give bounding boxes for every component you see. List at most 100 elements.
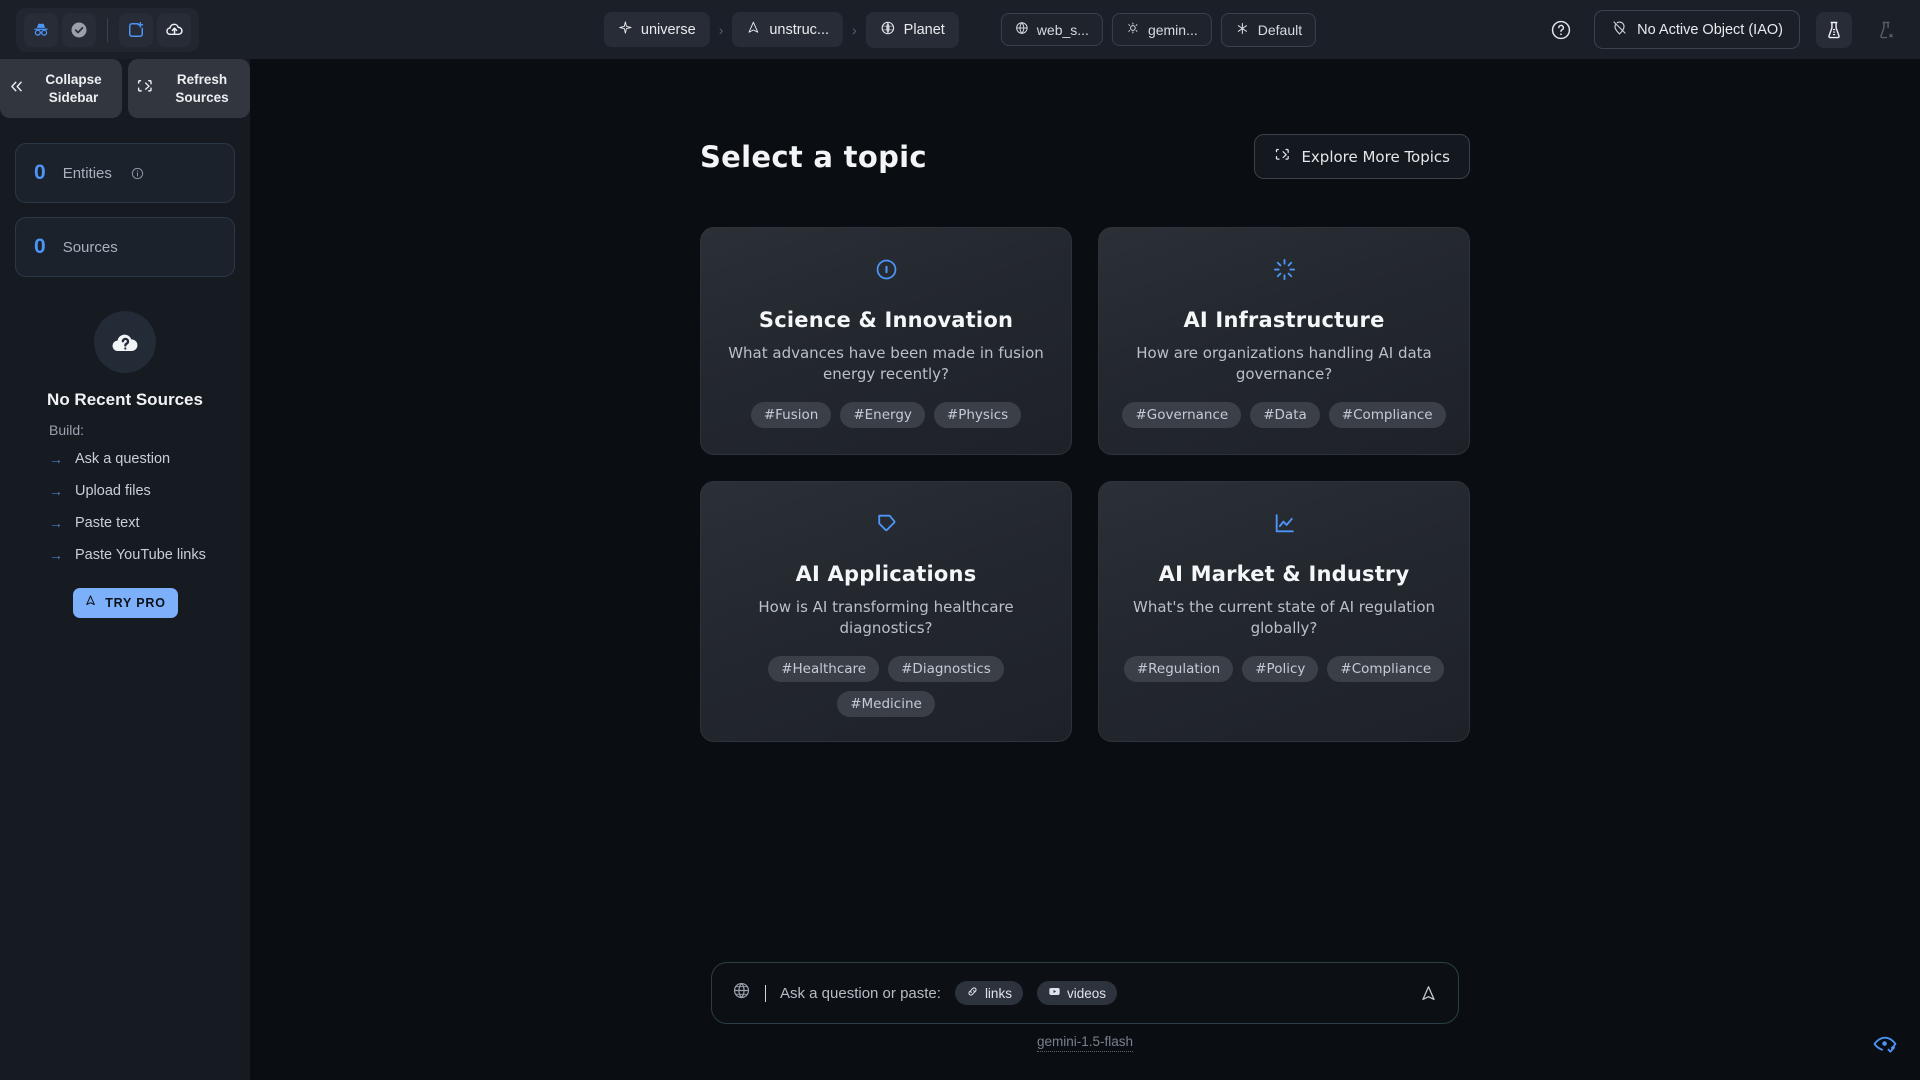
topic-tag[interactable]: #Medicine (837, 691, 935, 717)
model-label[interactable]: gemini-1.5-flash (1037, 1034, 1133, 1052)
chip-web-search[interactable]: web_s... (1001, 13, 1103, 46)
build-item-paste-text[interactable]: → Paste text (49, 515, 250, 531)
arrow-right-icon: → (49, 452, 63, 466)
globe-icon (1015, 21, 1029, 38)
sparkle-icon (618, 20, 633, 39)
topic-card-ai-applications[interactable]: AI Applications How is AI transforming h… (700, 481, 1072, 742)
spark-burst-icon (1272, 254, 1297, 284)
cloud-upload-icon[interactable] (157, 13, 191, 47)
stat-card-sources[interactable]: 0 Sources (15, 217, 235, 277)
chip-model[interactable]: gemin... (1112, 13, 1212, 46)
build-item-label: Ask a question (75, 451, 170, 467)
toolbar-icon-group (16, 8, 199, 52)
explore-more-topics-label: Explore More Topics (1301, 148, 1450, 166)
build-item-label: Paste YouTube links (75, 547, 206, 563)
try-pro-button[interactable]: TRY PRO (73, 588, 178, 618)
app-root: universe › unstruc... › (0, 0, 1920, 1080)
chip-preset[interactable]: Default (1221, 13, 1316, 47)
topic-card-grid: Science & Innovation What advances have … (700, 227, 1470, 742)
topic-tag[interactable]: #Policy (1242, 656, 1318, 682)
beaker-clear-icon[interactable] (1868, 12, 1904, 48)
video-icon (1048, 985, 1061, 1001)
tag-icon (874, 508, 899, 538)
location-off-icon (1611, 19, 1628, 40)
active-object-label: No Active Object (IAO) (1637, 22, 1783, 38)
composer-chip-links[interactable]: links (955, 981, 1023, 1005)
breadcrumb-item-unstructured[interactable]: unstruc... (732, 12, 843, 47)
model-icon (1126, 21, 1140, 38)
composer-chip-videos[interactable]: videos (1037, 981, 1117, 1005)
composer-placeholder: Ask a question or paste: (780, 985, 941, 1002)
nodes-icon (1235, 21, 1250, 39)
breadcrumb-separator: › (710, 22, 733, 38)
breadcrumb-separator: › (843, 22, 866, 38)
globe-icon (880, 20, 896, 40)
new-object-icon[interactable] (119, 13, 153, 47)
beaker-icon[interactable] (1816, 12, 1852, 48)
rocket-icon (84, 594, 97, 612)
help-icon[interactable] (1544, 13, 1578, 47)
topic-tag[interactable]: #Fusion (751, 402, 832, 428)
build-item-upload-files[interactable]: → Upload files (49, 483, 250, 499)
topic-tag[interactable]: #Compliance (1329, 402, 1446, 428)
topic-card-tags: #Fusion #Energy #Physics (751, 402, 1021, 428)
sources-label: Sources (63, 239, 118, 256)
collapse-sidebar-label: Collapse Sidebar (33, 71, 114, 106)
topic-tag[interactable]: #Compliance (1327, 656, 1444, 682)
arrow-right-icon: → (49, 484, 63, 498)
chip-label: web_s... (1037, 22, 1089, 38)
text-caret (765, 985, 766, 1002)
composer-bar[interactable]: Ask a question or paste: links (711, 962, 1459, 1024)
composer-chip-label: videos (1067, 986, 1106, 1001)
sidebar-action-group: Collapse Sidebar Refresh Sources (0, 59, 250, 118)
topic-card-ai-infrastructure[interactable]: AI Infrastructure How are organizations … (1098, 227, 1470, 455)
check-circle-icon[interactable] (62, 13, 96, 47)
build-item-label: Paste text (75, 515, 139, 531)
refresh-sources-button[interactable]: Refresh Sources (128, 59, 250, 118)
topic-tag[interactable]: #Healthcare (768, 656, 879, 682)
refresh-sources-label: Refresh Sources (162, 71, 242, 106)
top-bar: universe › unstruc... › (0, 0, 1920, 59)
build-item-ask-a-question[interactable]: → Ask a question (49, 451, 250, 467)
topic-tag[interactable]: #Physics (934, 402, 1021, 428)
refresh-icon (1274, 146, 1291, 167)
breadcrumb-item-planet[interactable]: Planet (866, 12, 959, 48)
explore-more-topics-button[interactable]: Explore More Topics (1254, 134, 1470, 179)
line-chart-icon (1272, 508, 1297, 538)
send-icon[interactable] (1419, 984, 1438, 1003)
toolbar-divider (107, 18, 108, 42)
topic-card-title: AI Applications (796, 562, 977, 586)
topic-card-science-innovation[interactable]: Science & Innovation What advances have … (700, 227, 1072, 455)
topic-card-tags: #Governance #Data #Compliance (1122, 402, 1445, 428)
refresh-icon (136, 77, 154, 100)
topic-card-ai-market-industry[interactable]: AI Market & Industry What's the current … (1098, 481, 1470, 742)
topic-tag[interactable]: #Regulation (1124, 656, 1233, 682)
active-object-badge[interactable]: No Active Object (IAO) (1594, 10, 1800, 49)
info-icon[interactable] (131, 167, 144, 180)
top-bar-right-group: No Active Object (IAO) (1544, 10, 1904, 49)
empty-state-title: No Recent Sources (47, 390, 203, 410)
build-section: Build: → Ask a question → Upload files →… (0, 422, 250, 563)
build-label: Build: (49, 422, 250, 438)
collapse-sidebar-button[interactable]: Collapse Sidebar (0, 59, 122, 118)
sidebar: Collapse Sidebar Refresh Sources (0, 59, 250, 1080)
topic-card-tags: #Regulation #Policy #Compliance (1124, 656, 1444, 682)
stat-card-entities[interactable]: 0 Entities (15, 143, 235, 203)
topic-card-tags: #Healthcare #Diagnostics #Medicine (723, 656, 1049, 717)
topic-tag[interactable]: #Data (1250, 402, 1320, 428)
breadcrumb-item-universe[interactable]: universe (604, 12, 710, 47)
topic-tag[interactable]: #Diagnostics (888, 656, 1004, 682)
globe-icon[interactable] (732, 981, 751, 1005)
build-item-paste-youtube-links[interactable]: → Paste YouTube links (49, 547, 250, 563)
main-header: Select a topic Explore More Topics (700, 134, 1470, 179)
incognito-icon[interactable] (24, 13, 58, 47)
topic-tag[interactable]: #Energy (840, 402, 925, 428)
breadcrumb-label: universe (641, 22, 696, 38)
arrow-right-icon: → (49, 548, 63, 562)
page-title: Select a topic (700, 140, 927, 174)
topic-tag[interactable]: #Governance (1122, 402, 1241, 428)
breadcrumb-label: unstruc... (769, 22, 829, 38)
eye-check-icon[interactable] (1872, 1031, 1898, 1062)
breadcrumb-label: Planet (904, 22, 945, 38)
lightbulb-icon (874, 254, 899, 284)
